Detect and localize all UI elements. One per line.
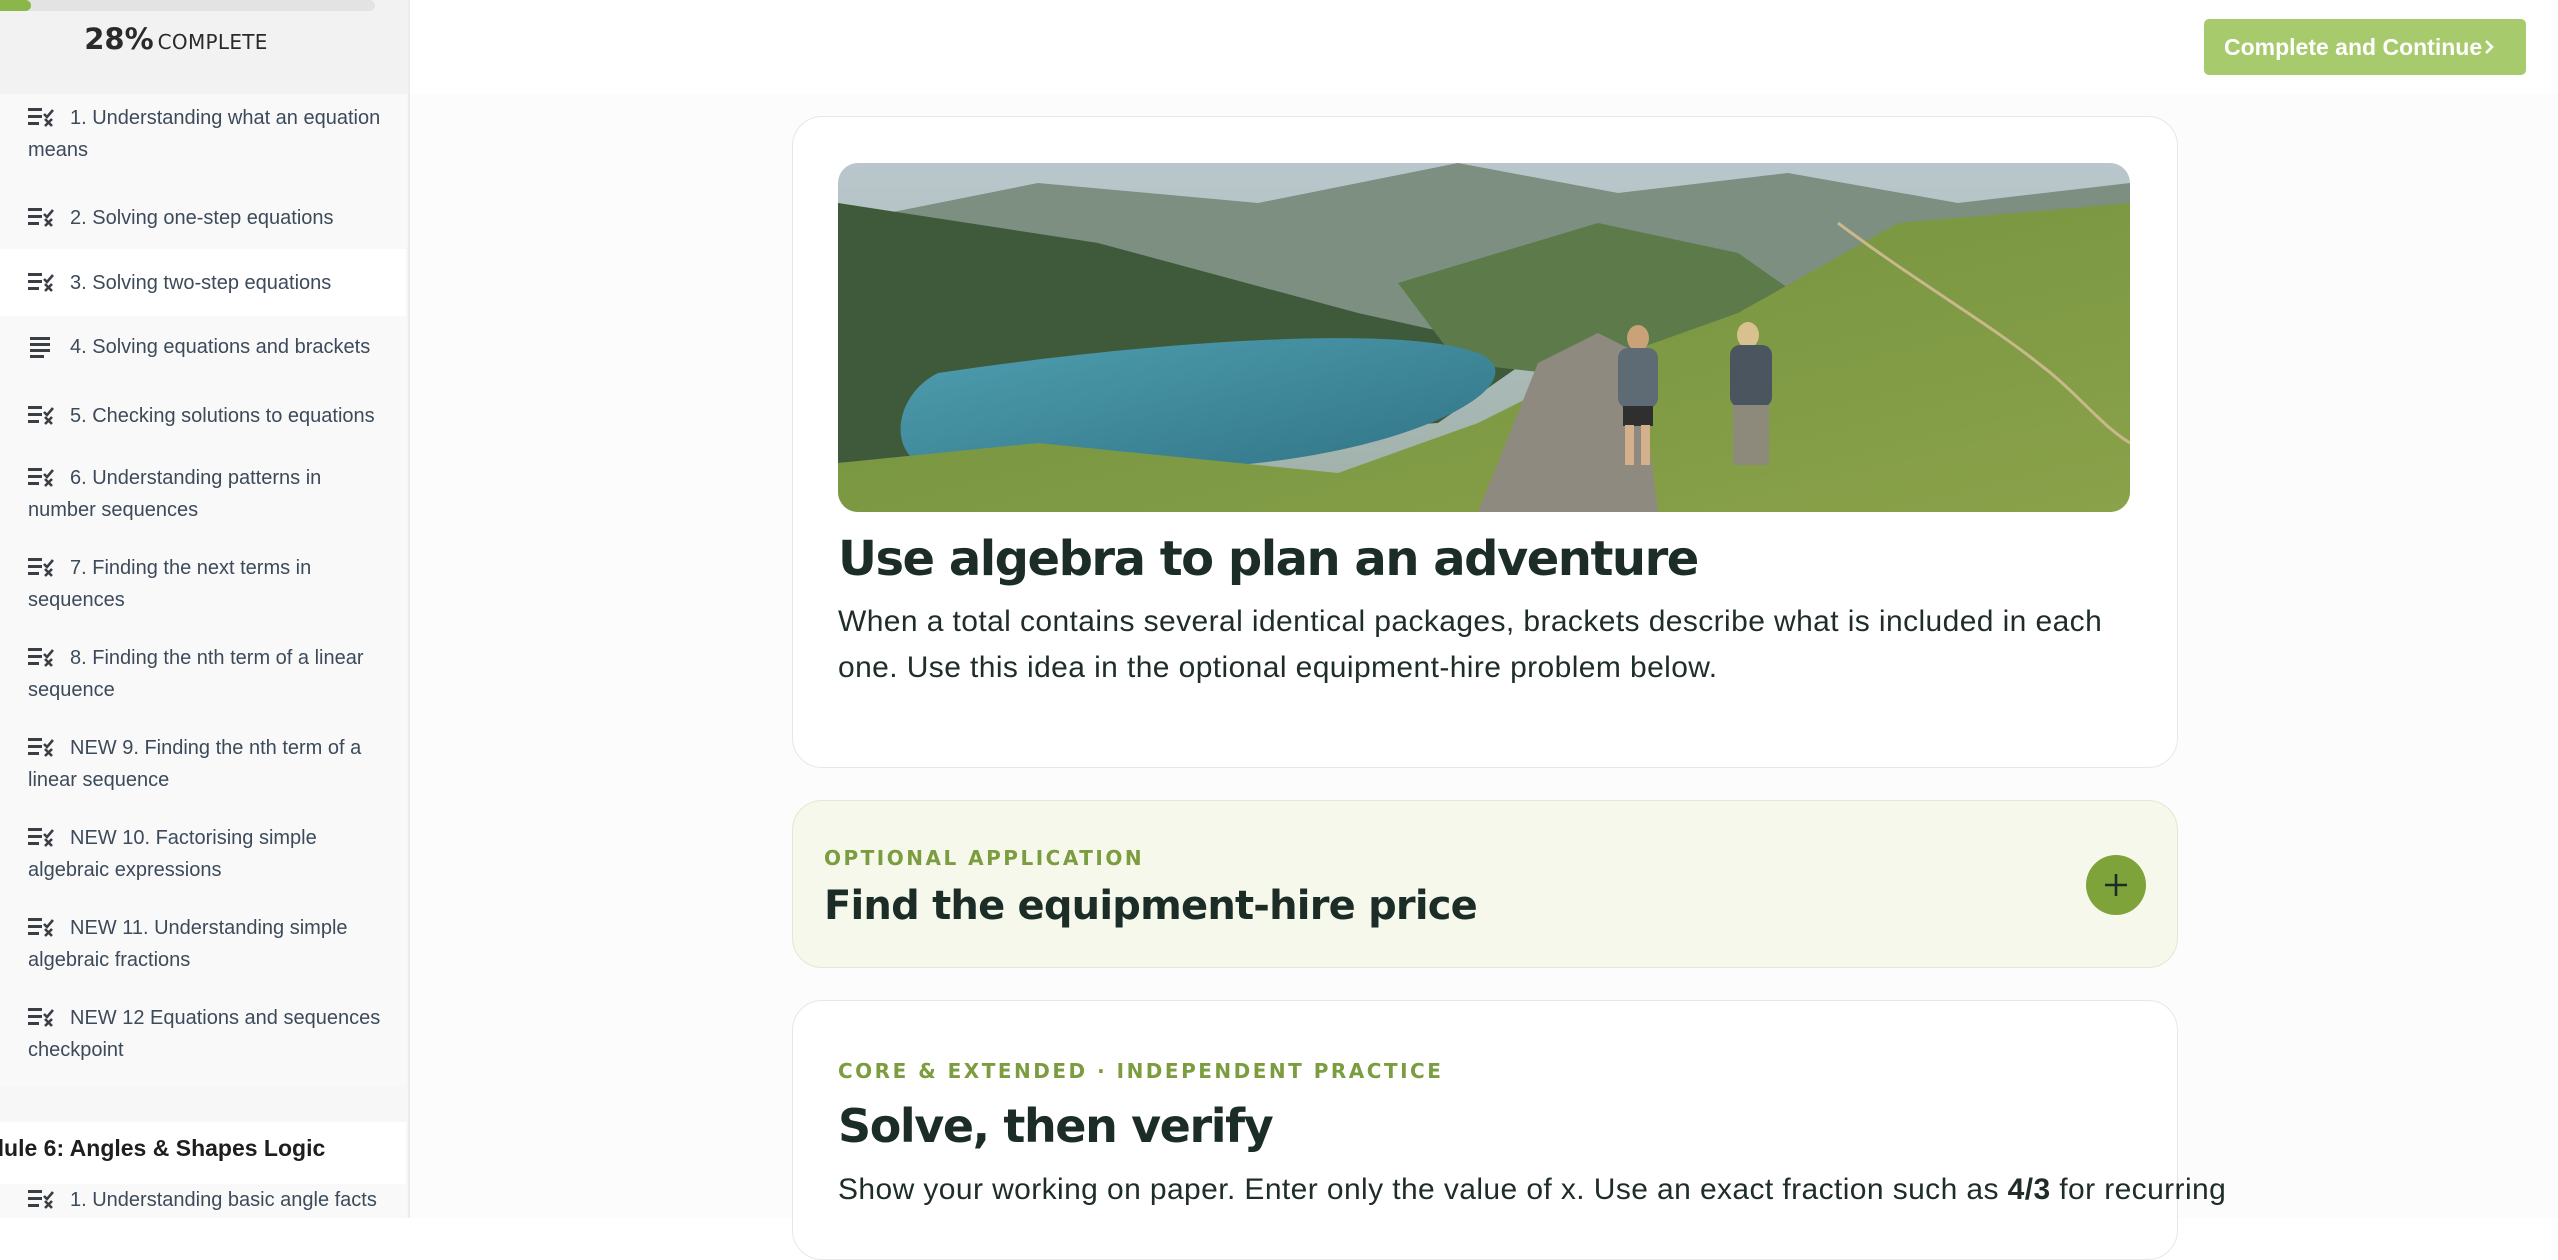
sidebar-lesson-label: 6. Understanding patterns in number sequ… <box>28 467 322 521</box>
complete-and-continue-button[interactable]: Complete and Continue <box>2204 19 2526 75</box>
intro-text: When a total contains several identical … <box>838 605 2103 684</box>
sidebar-lesson-label: NEW 11. Understanding simple algebraic f… <box>28 917 348 971</box>
sidebar-lesson-label: 7. Finding the next terms in sequences <box>28 557 312 611</box>
continue-button-label: Complete and Continue <box>2224 33 2483 60</box>
practice-card: CORE & EXTENDED · INDEPENDENT PRACTICE S… <box>792 1000 2226 1260</box>
practice-title: Solve, then verify <box>838 1099 1274 1153</box>
sidebar-lesson-11[interactable]: NEW 11. Understanding simple algebraic f… <box>0 904 406 994</box>
quiz-icon <box>28 1190 54 1209</box>
progress-percent: 28% <box>84 22 154 56</box>
progress-bar <box>0 0 375 11</box>
sidebar-lesson-9[interactable]: NEW 9. Finding the nth term of a linear … <box>0 724 406 814</box>
sidebar-lesson-12[interactable]: NEW 12 Equations and sequences checkpoin… <box>0 994 406 1086</box>
optional-application-card[interactable]: OPTIONAL APPLICATION Find the equipment-… <box>792 800 2178 968</box>
progress-bar-fill <box>0 0 32 11</box>
plus-icon <box>2105 874 2127 896</box>
quiz-icon <box>28 406 54 425</box>
practice-instructions: Show your working on paper. Enter only t… <box>838 1168 2226 1212</box>
sidebar-lesson-1[interactable]: 1. Understanding what an equation means <box>0 94 406 185</box>
sidebar-lesson-label: 8. Finding the nth term of a linear sequ… <box>28 647 364 701</box>
progress-complete-word: COMPLETE <box>157 30 268 54</box>
quiz-icon <box>28 468 54 487</box>
sidebar-lesson-label: 1. Understanding what an equation means <box>28 107 381 161</box>
sidebar-lesson-2[interactable]: 2. Solving one-step equations <box>0 185 406 255</box>
quiz-icon <box>28 108 54 127</box>
quiz-icon <box>28 1008 54 1027</box>
practice-fraction-example: 4/3 <box>2007 1173 2051 1206</box>
intro-title: Use algebra to plan an adventure <box>838 531 1699 587</box>
expand-optional-button[interactable] <box>2086 855 2146 915</box>
sidebar-lesson-label: NEW 12 Equations and sequences checkpoin… <box>28 1007 381 1061</box>
module-title: dule 6: Angles & Shapes Logic <box>0 1122 406 1184</box>
sidebar-lesson-4[interactable]: 4. Solving equations and brackets <box>0 316 406 386</box>
sidebar-lesson-label: NEW 9. Finding the nth term of a linear … <box>28 737 362 791</box>
sidebar-lesson-6[interactable]: 6. Understanding patterns in number sequ… <box>0 454 406 544</box>
sidebar-lesson-3[interactable]: 3. Solving two-step equations <box>0 249 406 316</box>
quiz-icon <box>28 273 54 292</box>
sidebar-lesson-label: 2. Solving one-step equations <box>70 207 334 229</box>
sidebar-lesson-10[interactable]: NEW 10. Factorising simple algebraic exp… <box>0 814 406 904</box>
text-lines-icon <box>30 337 50 358</box>
quiz-icon <box>28 918 54 937</box>
sidebar-lesson-label: NEW 10. Factorising simple algebraic exp… <box>28 827 317 881</box>
progress-label: 28% COMPLETE <box>0 22 352 56</box>
intro-card: Use algebra to plan an adventure When a … <box>792 116 2178 768</box>
practice-text-before: Show your working on paper. Enter only t… <box>838 1173 2008 1206</box>
chevron-right-icon <box>2485 40 2494 54</box>
quiz-icon <box>28 558 54 577</box>
sidebar-lesson-8[interactable]: 8. Finding the nth term of a linear sequ… <box>0 634 406 724</box>
sidebar-lesson-label: 3. Solving two-step equations <box>70 272 332 294</box>
sidebar-lesson-label: 4. Solving equations and brackets <box>70 336 371 358</box>
practice-text-after: for recurring <box>2050 1173 2227 1206</box>
quiz-icon <box>28 648 54 667</box>
sidebar-lesson-label: 1. Understanding basic angle facts <box>70 1189 377 1211</box>
hero-image-hikers-lake <box>838 163 2130 512</box>
optional-title: Find the equipment-hire price <box>824 883 1478 929</box>
sidebar-lesson-module6-1[interactable]: 1. Understanding basic angle facts <box>0 1184 406 1218</box>
course-sidebar: 28% COMPLETE 1. Understanding what an equ… <box>0 0 410 1218</box>
sidebar-lesson-7[interactable]: 7. Finding the next terms in sequences <box>0 544 406 634</box>
progress-section: 28% COMPLETE <box>0 0 408 94</box>
sidebar-lesson-5[interactable]: 5. Checking solutions to equations <box>0 386 406 454</box>
quiz-icon <box>28 828 54 847</box>
practice-eyebrow: CORE & EXTENDED · INDEPENDENT PRACTICE <box>838 1059 1444 1083</box>
sidebar-lesson-label: 5. Checking solutions to equations <box>70 405 375 427</box>
optional-eyebrow: OPTIONAL APPLICATION <box>824 846 1145 870</box>
quiz-icon <box>28 738 54 757</box>
quiz-icon <box>28 208 54 227</box>
